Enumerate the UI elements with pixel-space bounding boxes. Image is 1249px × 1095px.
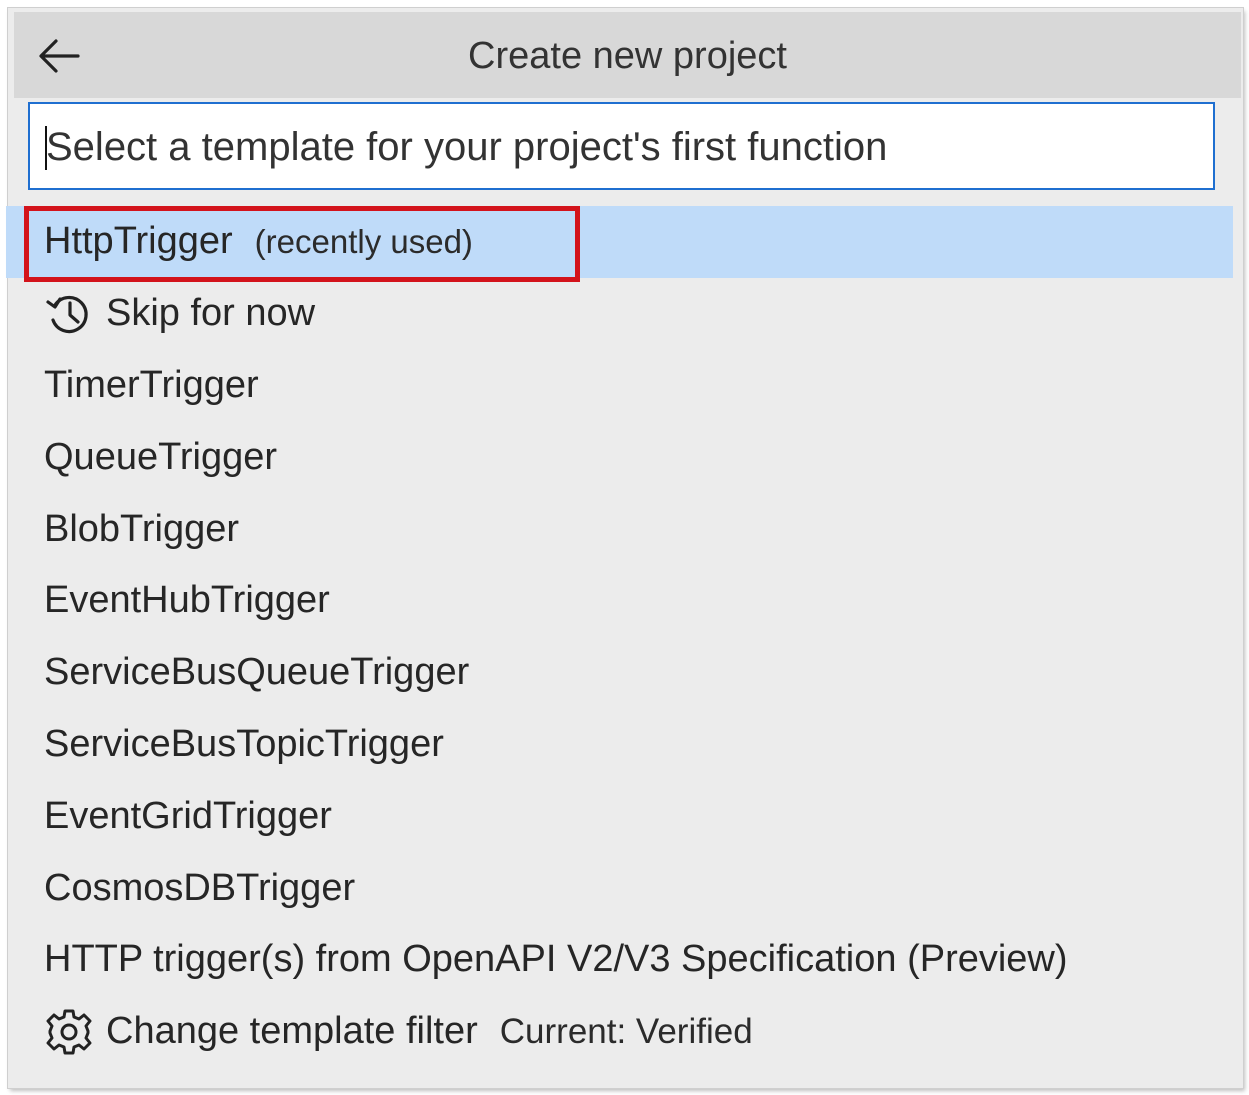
list-item-eventgridtrigger[interactable]: EventGridTrigger	[6, 780, 1233, 852]
current-filter-detail: Current: Verified	[499, 1011, 753, 1051]
list-item-cosmosdbtrigger[interactable]: CosmosDBTrigger	[6, 852, 1233, 924]
list-item-eventhubtrigger[interactable]: EventHubTrigger	[6, 565, 1233, 637]
list-item-httptrigger[interactable]: HttpTrigger (recently used)	[6, 206, 1233, 278]
list-item-servicebusqueuetrigger[interactable]: ServiceBusQueueTrigger	[6, 637, 1233, 709]
list-item-skip-for-now[interactable]: Skip for now	[6, 278, 1233, 350]
recently-used-hint: (recently used)	[254, 222, 473, 260]
list-item-label: Change template filter	[106, 1010, 478, 1053]
text-caret	[45, 126, 47, 170]
list-item-label: Skip for now	[106, 292, 316, 335]
list-item-label: TimerTrigger	[44, 363, 259, 406]
list-item-label: ServiceBusTopicTrigger	[44, 722, 444, 765]
quick-pick-header: Create new project	[14, 12, 1241, 98]
list-item-openapi-trigger[interactable]: HTTP trigger(s) from OpenAPI V2/V3 Speci…	[6, 924, 1233, 996]
gear-icon	[46, 1009, 92, 1055]
list-item-label: EventHubTrigger	[44, 579, 330, 622]
template-search-input[interactable]	[44, 116, 1198, 178]
list-item-queuetrigger[interactable]: QueueTrigger	[6, 421, 1233, 493]
template-search-box[interactable]	[28, 102, 1215, 190]
list-item-label: EventGridTrigger	[44, 794, 332, 837]
page-title: Create new project	[468, 35, 787, 77]
list-item-label: BlobTrigger	[44, 507, 240, 550]
list-item-blobtrigger[interactable]: BlobTrigger	[6, 493, 1233, 565]
template-list: HttpTrigger (recently used) Skip for now…	[6, 206, 1233, 1068]
list-item-label: ServiceBusQueueTrigger	[44, 651, 470, 694]
list-item-label: CosmosDBTrigger	[44, 866, 356, 909]
list-item-servicebustopictrigger[interactable]: ServiceBusTopicTrigger	[6, 709, 1233, 781]
list-item-timertrigger[interactable]: TimerTrigger	[6, 350, 1233, 422]
list-item-label: HttpTrigger	[44, 220, 233, 263]
list-item-change-template-filter[interactable]: Change template filter Current: Verified	[6, 996, 1233, 1068]
list-item-label: QueueTrigger	[44, 435, 278, 478]
list-item-label: HTTP trigger(s) from OpenAPI V2/V3 Speci…	[44, 938, 1068, 981]
history-icon	[46, 295, 88, 333]
